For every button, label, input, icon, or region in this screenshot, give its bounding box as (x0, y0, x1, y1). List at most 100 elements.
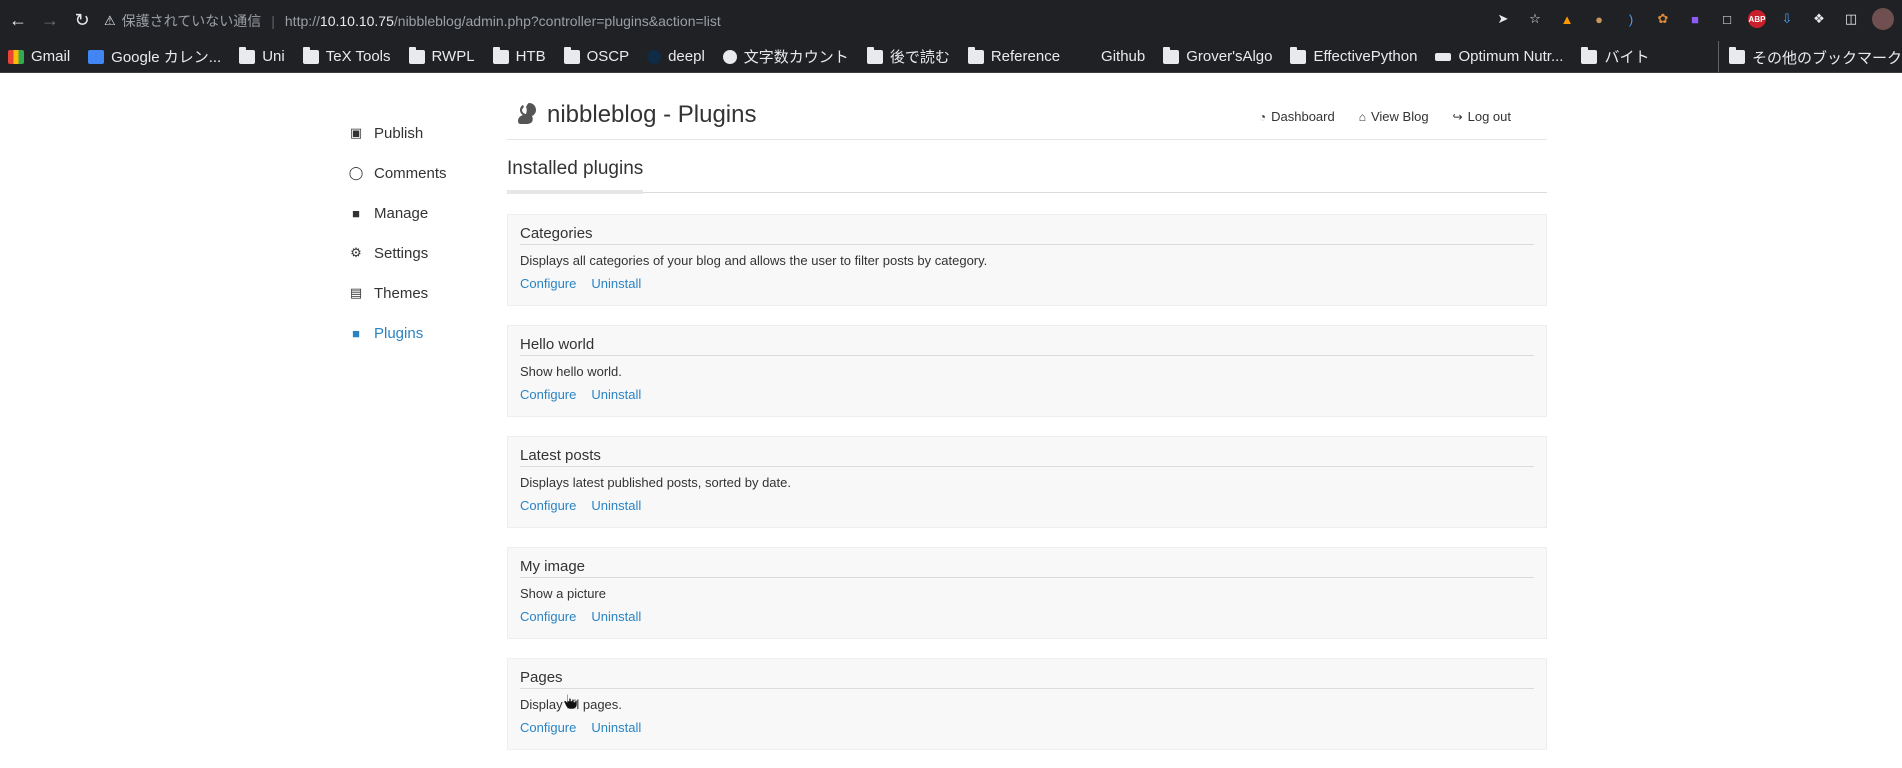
adblock-icon[interactable]: ABP (1748, 10, 1766, 28)
bookmark-label: Gmail (31, 48, 71, 65)
publish-icon: ▣ (349, 125, 363, 140)
browser-toolbar: ← → ↻ ⚠ 保護されていない通信 | http://10.10.10.75/… (0, 0, 1902, 41)
bookmark-github[interactable]: Github (1078, 48, 1145, 65)
globe-icon (722, 49, 737, 64)
bookmark-label: バイト (1604, 49, 1650, 66)
puzzle-icon[interactable]: ❖ (1808, 8, 1830, 30)
plugin-actions: Configure Uninstall (520, 720, 641, 735)
section-divider (507, 192, 1547, 193)
bookmark-reference[interactable]: Reference (967, 46, 1060, 65)
uninstall-link[interactable]: Uninstall (591, 720, 641, 735)
squirrel-logo-icon (518, 103, 536, 124)
document-extension-icon[interactable]: □ (1716, 8, 1738, 30)
home-icon: ⌂ (1358, 109, 1366, 124)
plugin-name: Hello world (520, 336, 1534, 356)
folder-icon: ■ (352, 205, 360, 221)
logout-icon: ↪ (1452, 109, 1463, 124)
sidebar-item-label: Comments (374, 164, 447, 182)
uninstall-link[interactable]: Uninstall (591, 387, 641, 402)
back-icon[interactable]: ← (4, 7, 32, 35)
bookmark-htb[interactable]: HTB (492, 46, 546, 65)
sidepanel-icon[interactable]: ◫ (1840, 8, 1862, 30)
header-links: ◔ Dashboard ⌂ View Blog ↪ Log out (1259, 109, 1511, 124)
configure-link[interactable]: Configure (520, 720, 576, 735)
security-label: 保護されていない通信 (121, 12, 262, 29)
wireless-extension-icon[interactable]: ) (1620, 8, 1642, 30)
folder-icon (302, 46, 319, 64)
bookmark-grovers-algo[interactable]: Grover'sAlgo (1163, 46, 1272, 65)
bookmark-tex-tools[interactable]: TeX Tools (302, 46, 391, 65)
extension-icon[interactable]: ▲ (1556, 8, 1578, 30)
sidebar-item-comments[interactable]: ◯ Comments (348, 153, 498, 193)
github-icon (1078, 49, 1095, 64)
other-bookmarks[interactable]: その他のブックマーク (1717, 41, 1902, 72)
bookmark-char-count[interactable]: 文字数カウント (722, 46, 849, 67)
download-icon[interactable]: ⇩ (1776, 8, 1798, 30)
sidebar-item-plugins[interactable]: ■ Plugins (348, 313, 498, 353)
bookmark-label: HTB (515, 48, 546, 65)
url-path: /nibbleblog/admin.php?controller=plugins… (393, 12, 721, 29)
url-host: 10.10.10.75 (319, 12, 394, 29)
folder-icon (1290, 46, 1307, 64)
bookmark-label: TeX Tools (325, 48, 391, 65)
uninstall-link[interactable]: Uninstall (591, 498, 641, 513)
logout-link[interactable]: ↪ Log out (1453, 109, 1511, 124)
bookmark-oscp[interactable]: OSCP (563, 46, 629, 65)
other-bookmarks-label: その他のブックマーク (1751, 49, 1902, 67)
reload-icon[interactable]: ↻ (68, 7, 96, 35)
bookmark-read-later[interactable]: 後で読む (866, 46, 950, 67)
dashboard-link[interactable]: ◔ Dashboard (1259, 109, 1335, 124)
bookmark-label: deepl (668, 48, 705, 65)
plugin-name: Pages (520, 669, 1534, 689)
comment-icon: ◯ (348, 165, 364, 180)
configure-link[interactable]: Configure (520, 387, 576, 402)
bookmark-label: 後で読む (889, 49, 950, 66)
omnibox-divider: | (271, 12, 275, 29)
bookmarks-bar: Gmail Google カレン... Uni TeX Tools RWPL H… (0, 41, 1902, 73)
url-prefix: http:// (284, 12, 320, 29)
configure-link[interactable]: Configure (520, 609, 576, 624)
bookmark-label: Optimum Nutr... (1458, 48, 1564, 65)
view-blog-link[interactable]: ⌂ View Blog (1359, 109, 1429, 124)
sidebar-item-themes[interactable]: ▤ Themes (348, 273, 498, 313)
bookmark-uni[interactable]: Uni (239, 46, 285, 65)
plugin-card-hello-world: Hello world Show hello world. Configure … (507, 325, 1547, 417)
configure-link[interactable]: Configure (520, 498, 576, 513)
purple-extension-icon[interactable]: ■ (1684, 8, 1706, 30)
plugin-card-my-image: My image Show a picture Configure Uninst… (507, 547, 1547, 639)
bookmark-baito[interactable]: バイト (1581, 46, 1649, 67)
section-title: Installed plugins (507, 158, 644, 179)
uninstall-link[interactable]: Uninstall (591, 276, 641, 291)
sidebar-item-publish[interactable]: ▣ Publish (348, 113, 498, 153)
cookie-extension-icon[interactable]: ✿ (1652, 8, 1674, 30)
bookmark-label: RWPL (431, 48, 475, 65)
uninstall-link[interactable]: Uninstall (591, 609, 641, 624)
bookmark-label: Uni (262, 48, 285, 65)
gear-icon: ⚙ (350, 245, 362, 260)
send-icon[interactable]: ➤ (1492, 8, 1514, 30)
logout-label: Log out (1467, 109, 1511, 124)
bookmark-label: Github (1101, 48, 1146, 65)
forward-icon[interactable]: → (36, 7, 64, 35)
plugin-description: Displays latest published posts, sorted … (520, 475, 791, 490)
cookie-icon[interactable]: ● (1588, 8, 1610, 30)
address-bar[interactable]: ⚠ 保護されていない通信 | http://10.10.10.75/nibble… (104, 6, 1444, 35)
page-content: ▣ Publish ◯ Comments ■ Manage ⚙ Settings… (0, 73, 1902, 768)
sidebar-item-manage[interactable]: ■ Manage (348, 193, 498, 233)
bookmark-effective-python[interactable]: EffectivePython (1290, 46, 1417, 65)
plugin-description: Show hello world. (520, 364, 622, 379)
folder-icon (866, 46, 883, 64)
sidebar-item-settings[interactable]: ⚙ Settings (348, 233, 498, 273)
bookmark-google-calendar[interactable]: Google カレン... (88, 46, 221, 67)
star-icon[interactable]: ☆ (1524, 8, 1546, 30)
configure-link[interactable]: Configure (520, 276, 576, 291)
plugin-card-categories: Categories Displays all categories of yo… (507, 214, 1547, 306)
bookmark-deepl[interactable]: deepl (647, 48, 705, 65)
bookmark-optimum-nutrition[interactable]: Optimum Nutr... (1435, 48, 1563, 65)
folder-icon (1163, 46, 1180, 64)
profile-avatar[interactable] (1872, 8, 1894, 30)
bookmark-rwpl[interactable]: RWPL (408, 46, 475, 65)
image-icon: ▤ (349, 285, 363, 300)
bookmark-gmail[interactable]: Gmail (8, 48, 70, 65)
warning-icon: ⚠ (104, 12, 116, 28)
